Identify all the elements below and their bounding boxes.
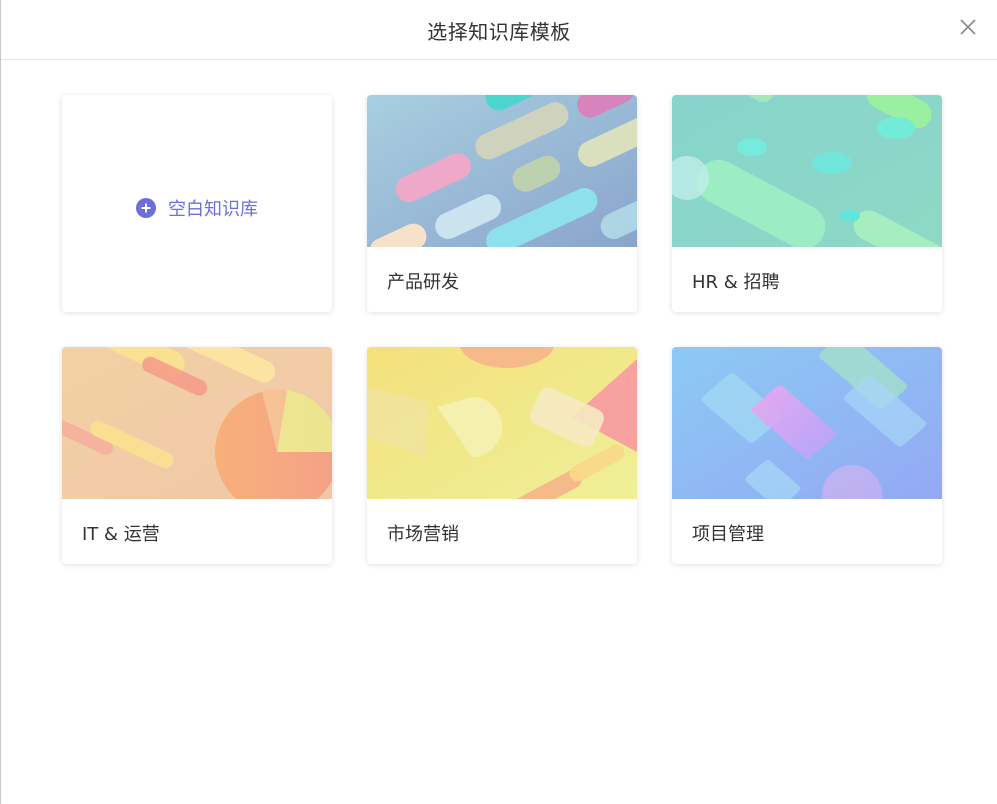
blank-card-label: 空白知识库 — [168, 199, 258, 220]
template-card-label: HR & 招聘 — [692, 272, 780, 293]
close-icon[interactable] — [959, 18, 977, 36]
template-card-hr-recruiting[interactable]: HR & 招聘 — [672, 95, 942, 312]
dialog-title: 选择知识库模板 — [427, 20, 571, 44]
template-dialog: 选择知识库模板 空白知识库 产品研发 HR & 招聘 IT & 运营 市场营销 … — [0, 0, 997, 804]
template-card-product-rd[interactable]: 产品研发 — [367, 95, 637, 312]
blank-knowledge-base-card[interactable]: 空白知识库 — [62, 95, 332, 312]
template-card-label: 市场营销 — [387, 524, 459, 545]
template-thumbnail — [672, 95, 942, 247]
template-card-label: 项目管理 — [692, 524, 764, 545]
template-card-marketing[interactable]: 市场营销 — [367, 347, 637, 564]
template-thumbnail — [62, 347, 332, 499]
template-card-it-operations[interactable]: IT & 运营 — [62, 347, 332, 564]
template-thumbnail — [672, 347, 942, 499]
template-thumbnail — [367, 347, 637, 499]
plus-circle-icon — [136, 198, 156, 218]
template-card-label: 产品研发 — [387, 272, 459, 293]
template-thumbnail — [367, 95, 637, 247]
blank-card-content: 空白知识库 — [62, 195, 332, 221]
template-card-label: IT & 运营 — [82, 524, 160, 545]
dialog-header: 选择知识库模板 — [1, 0, 997, 60]
template-card-project-management[interactable]: 项目管理 — [672, 347, 942, 564]
